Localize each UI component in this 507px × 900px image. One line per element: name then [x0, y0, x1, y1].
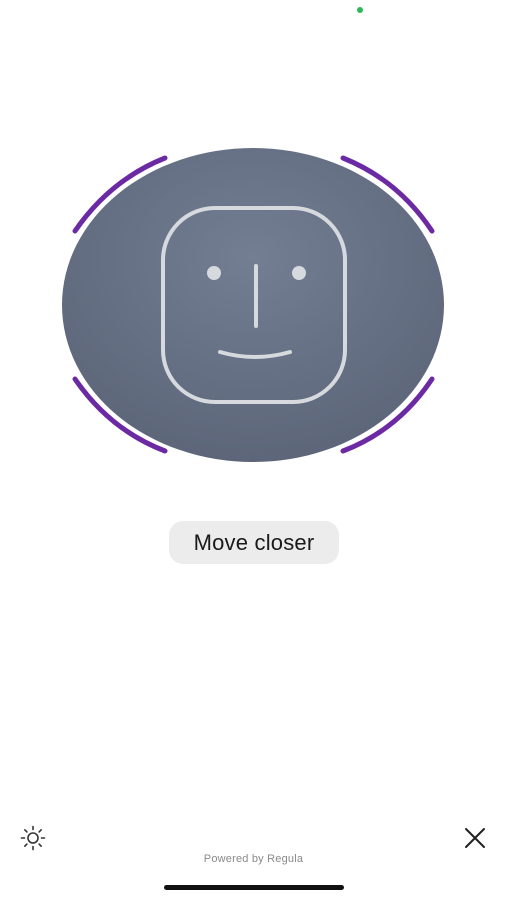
face-right-eye [292, 266, 306, 280]
close-button[interactable] [460, 823, 490, 853]
camera-preview-oval [62, 148, 444, 462]
hint-message: Move closer [169, 521, 339, 564]
torch-button[interactable] [18, 823, 48, 853]
powered-by-label: Powered by Regula [203, 853, 304, 865]
face-capture-screen: Move closer Powered by Regula [0, 0, 507, 900]
face-capture-frame [0, 0, 507, 520]
face-left-eye [207, 266, 221, 280]
home-indicator[interactable] [164, 885, 344, 890]
close-icon [465, 828, 485, 848]
sun-icon [20, 825, 46, 851]
